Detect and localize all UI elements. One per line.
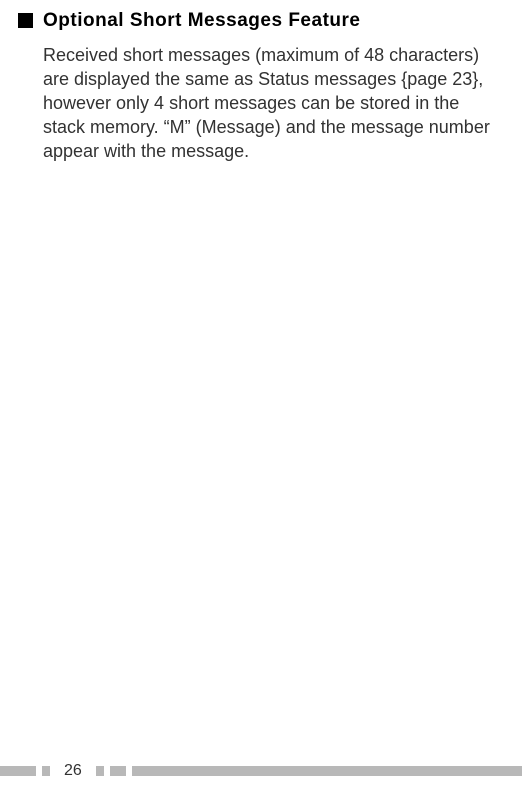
square-bullet-icon	[18, 13, 33, 28]
page-content: Optional Short Messages Feature Received…	[0, 0, 522, 164]
section-heading: Optional Short Messages Feature	[43, 10, 360, 32]
page-number: 26	[58, 762, 88, 780]
footer-decor-bar	[110, 766, 126, 776]
footer-decor-bar	[42, 766, 50, 776]
body-paragraph: Received short messages (maximum of 48 c…	[43, 44, 504, 164]
footer-decor-bar	[0, 766, 36, 776]
footer-decor-bar	[132, 766, 522, 776]
heading-row: Optional Short Messages Feature	[18, 10, 504, 32]
footer-decor-bar	[96, 766, 104, 776]
page-footer: 26	[0, 765, 522, 777]
